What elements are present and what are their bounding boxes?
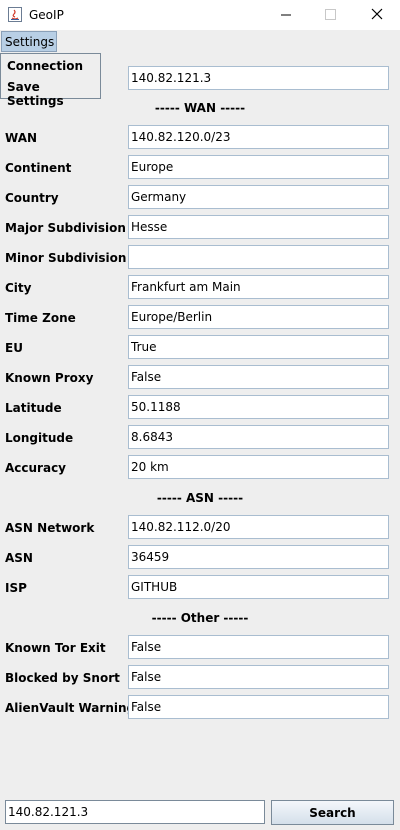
country-label: Country (5, 191, 59, 205)
continent-label: Continent (5, 161, 72, 175)
accuracy-field[interactable]: 20 km (128, 455, 389, 479)
city-field[interactable]: Frankfurt am Main (128, 275, 389, 299)
time-zone-field[interactable]: Europe/Berlin (128, 305, 389, 329)
alienvault-warning-field[interactable]: False (128, 695, 389, 719)
minor-subdivision-label: Minor Subdivision (5, 251, 127, 265)
country-field[interactable]: Germany (128, 185, 389, 209)
ip-address-field[interactable]: 140.82.121.3 (128, 66, 389, 90)
asn-network-label: ASN Network (5, 521, 95, 535)
menu-item-save-settings[interactable]: Save Settings (7, 80, 100, 108)
known-tor-exit-field[interactable]: False (128, 635, 389, 659)
minor-subdivision-field[interactable] (128, 245, 389, 269)
major-subdivision-label: Major Subdivision (5, 221, 126, 235)
isp-field[interactable]: GITHUB (128, 575, 389, 599)
menu-bar (0, 30, 400, 54)
minimize-icon (281, 14, 291, 16)
time-zone-label: Time Zone (5, 311, 76, 325)
known-tor-exit-label: Known Tor Exit (5, 641, 106, 655)
asn-label: ASN (5, 551, 33, 565)
wan-label: WAN (5, 131, 38, 145)
longitude-label: Longitude (5, 431, 74, 445)
known-proxy-field[interactable]: False (128, 365, 389, 389)
city-label: City (5, 281, 32, 295)
major-subdivision-field[interactable]: Hesse (128, 215, 389, 239)
known-proxy-label: Known Proxy (5, 371, 94, 385)
asn-field[interactable]: 36459 (128, 545, 389, 569)
isp-label: ISP (5, 581, 27, 595)
menu-item-connection[interactable]: Connection (7, 59, 83, 73)
blocked-by-snort-field[interactable]: False (128, 665, 389, 689)
search-input[interactable]: 140.82.121.3 (5, 800, 265, 824)
latitude-field[interactable]: 50.1188 (128, 395, 389, 419)
alienvault-warning-label: AlienVault Warning (5, 701, 136, 715)
longitude-field[interactable]: 8.6843 (128, 425, 389, 449)
wan-field[interactable]: 140.82.120.0/23 (128, 125, 389, 149)
close-icon (371, 8, 383, 20)
search-button[interactable]: Search (271, 800, 394, 825)
blocked-by-snort-label: Blocked by Snort (5, 671, 120, 685)
continent-field[interactable]: Europe (128, 155, 389, 179)
asn-section-header: ----- ASN ----- (156, 491, 244, 505)
close-button[interactable] (354, 0, 400, 30)
minimize-button[interactable] (263, 0, 309, 30)
settings-dropdown: Connection Save Settings (0, 53, 101, 108)
latitude-label: Latitude (5, 401, 62, 415)
asn-network-field[interactable]: 140.82.112.0/20 (128, 515, 389, 539)
title-bar: GeoIP (0, 0, 400, 30)
accuracy-label: Accuracy (5, 461, 67, 475)
java-app-icon (8, 7, 22, 22)
other-section-header: ----- Other ----- (151, 611, 249, 625)
window-title: GeoIP (29, 8, 64, 22)
menu-settings[interactable]: Settings (1, 31, 57, 52)
maximize-button[interactable] (308, 0, 354, 30)
eu-field[interactable]: True (128, 335, 389, 359)
maximize-icon (325, 9, 336, 20)
eu-label: EU (5, 341, 23, 355)
